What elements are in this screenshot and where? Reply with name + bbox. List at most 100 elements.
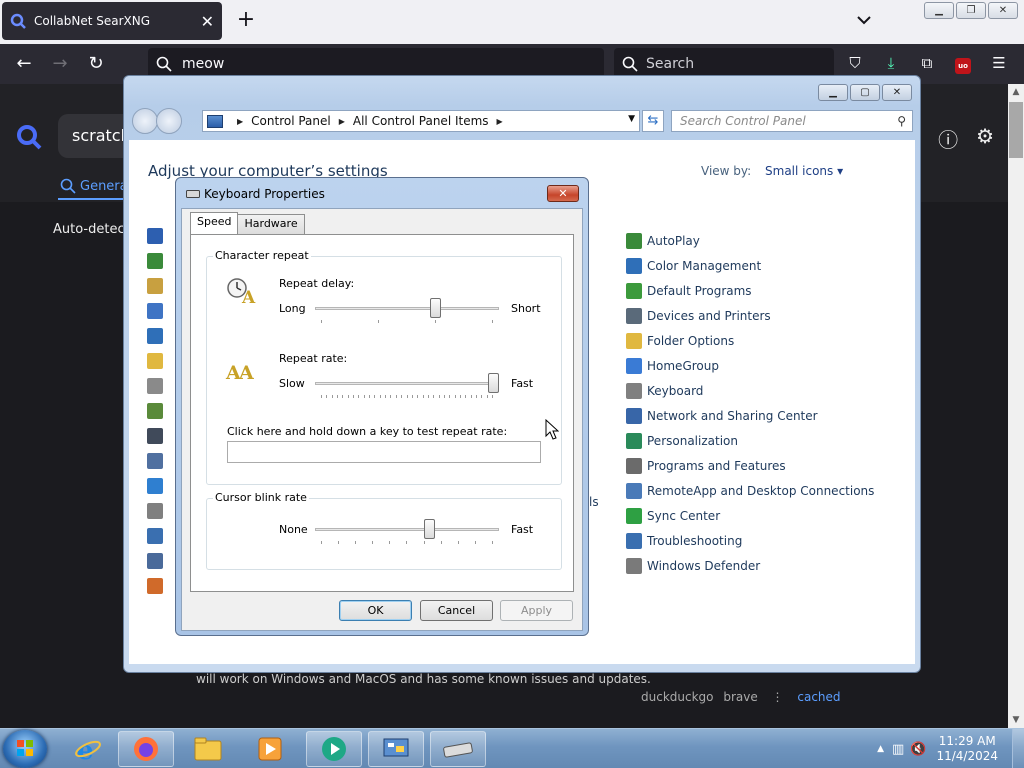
close-tab-icon[interactable]: ✕ [201,12,214,31]
reload-icon[interactable]: ↻ [84,52,108,76]
cp-item[interactable]: Programs and Features [626,453,874,478]
info-icon[interactable]: ⓘ [938,124,958,153]
cp-left-item-icon[interactable] [147,353,163,369]
forward-button[interactable] [156,108,182,134]
cp-left-item-icon[interactable] [147,328,163,344]
repeat-delay-slider[interactable] [315,297,499,323]
cp-left-item-icon[interactable] [147,503,163,519]
search-icon[interactable]: ⚲ [897,111,906,131]
cp-close-button[interactable]: ✕ [882,84,912,101]
cp-search-input[interactable]: Search Control Panel ⚲ [671,110,913,132]
cp-item[interactable]: HomeGroup [626,353,874,378]
language-autodetect[interactable]: Auto-detect [53,222,130,237]
cancel-button[interactable]: Cancel [420,600,493,621]
clock[interactable]: 11:29 AM 11/4/2024 [936,734,998,764]
gear-icon[interactable]: ⚙ [976,124,994,153]
cp-left-item-icon[interactable] [147,253,163,269]
cp-left-item-icon[interactable] [147,553,163,569]
cached-link[interactable]: cached [797,690,840,704]
breadcrumb-control-panel[interactable]: Control Panel [251,114,331,128]
slider-thumb[interactable] [429,298,441,318]
cp-item[interactable]: Network and Sharing Center [626,403,874,428]
cp-left-item-icon[interactable] [147,453,163,469]
cp-address-bar[interactable]: ▶ Control Panel ▶ All Control Panel Item… [202,110,640,132]
refresh-icon[interactable]: ⇆ [642,110,664,132]
cp-item-icon [626,357,642,374]
browser-tab[interactable]: CollabNet SearXNG ✕ [2,2,222,40]
dialog-close-button[interactable]: ✕ [547,185,579,202]
download-icon[interactable]: ⤓ [880,52,902,74]
tab-hardware[interactable]: Hardware [237,214,305,234]
apply-button[interactable]: Apply [500,600,573,621]
forward-icon[interactable]: → [48,52,72,76]
chevron-right-icon[interactable]: ▶ [497,117,503,126]
cp-item[interactable]: Folder Options [626,328,874,353]
firefox-taskbar-icon[interactable] [118,731,174,767]
show-hidden-icons-icon[interactable]: ▲ [877,744,884,754]
repeat-rate-slider[interactable] [315,372,499,398]
close-window-button[interactable]: ✕ [988,2,1018,19]
volume-muted-icon[interactable]: 🔇 [910,742,926,757]
chevron-right-icon[interactable]: ▶ [339,117,345,126]
scrollbar-thumb[interactable] [1009,102,1023,158]
tab-speed[interactable]: Speed [190,212,239,234]
media-app-taskbar-icon[interactable] [306,731,362,767]
network-icon[interactable]: ▥ [892,742,904,757]
cp-item[interactable]: Windows Defender [626,553,874,578]
slider-tick [342,395,344,398]
menu-icon[interactable]: ☰ [988,52,1010,74]
new-tab-button[interactable]: + [234,8,258,32]
cp-item[interactable]: Color Management [626,253,874,278]
pocket-icon[interactable]: ⛉ [844,52,866,74]
test-repeat-input[interactable] [227,441,541,463]
cp-left-item-icon[interactable] [147,528,163,544]
minimize-button[interactable]: ▁ [924,2,954,19]
show-desktop-button[interactable] [1012,729,1024,768]
cp-item[interactable]: Personalization [626,428,874,453]
scroll-up-icon[interactable]: ▲ [1008,84,1024,100]
cp-left-item-icon[interactable] [147,403,163,419]
mouse-cursor-icon [545,419,559,440]
chevron-right-icon[interactable]: ▶ [237,117,243,126]
cp-item[interactable]: Sync Center [626,503,874,528]
cp-left-item-icon[interactable] [147,228,163,244]
slider-tick [389,541,391,544]
cp-left-item-icon[interactable] [147,378,163,394]
media-player-taskbar-icon[interactable] [242,731,298,767]
cp-left-item-icon[interactable] [147,428,163,444]
cp-minimize-button[interactable]: ▁ [818,84,848,101]
control-panel-taskbar-icon[interactable] [368,731,424,767]
view-by-dropdown[interactable]: Small icons ▾ [765,164,843,178]
cp-item[interactable]: RemoteApp and Desktop Connections [626,478,874,503]
chevron-down-icon[interactable]: ▼ [628,114,635,124]
scroll-down-icon[interactable]: ▼ [1008,712,1024,728]
back-button[interactable] [132,108,158,134]
keyboard-taskbar-icon[interactable] [430,731,486,767]
page-scrollbar[interactable]: ▲ ▼ [1008,84,1024,728]
breadcrumb-all-items[interactable]: All Control Panel Items [353,114,489,128]
chevron-down-icon[interactable] [854,10,874,30]
ublock-icon[interactable]: uo [952,52,974,74]
restore-button[interactable]: ❐ [956,2,986,19]
searxng-header-icons: ⓘ ⚙ [938,124,994,153]
cp-left-item-icon[interactable] [147,578,163,594]
start-button[interactable] [3,730,47,768]
ok-button[interactable]: OK [339,600,412,621]
slider-thumb[interactable] [424,519,436,539]
extensions-icon[interactable]: ⧉ [916,52,938,74]
explorer-taskbar-icon[interactable] [180,731,236,767]
cp-left-item-icon[interactable] [147,303,163,319]
back-icon[interactable]: ← [12,52,36,76]
cp-item[interactable]: Default Programs [626,278,874,303]
cp-item[interactable]: Troubleshooting [626,528,874,553]
slider-thumb[interactable] [488,373,499,393]
cp-item[interactable]: Keyboard [626,378,874,403]
cp-left-item-icon[interactable] [147,478,163,494]
cp-maximize-button[interactable]: ▢ [850,84,880,101]
cp-left-item-icon[interactable] [147,278,163,294]
cp-item[interactable]: AutoPlay [626,228,874,253]
tab-general[interactable]: Genera [60,178,128,194]
internet-explorer-icon[interactable]: e [60,731,116,767]
cp-item[interactable]: Devices and Printers [626,303,874,328]
cursor-blink-slider[interactable] [315,518,499,544]
